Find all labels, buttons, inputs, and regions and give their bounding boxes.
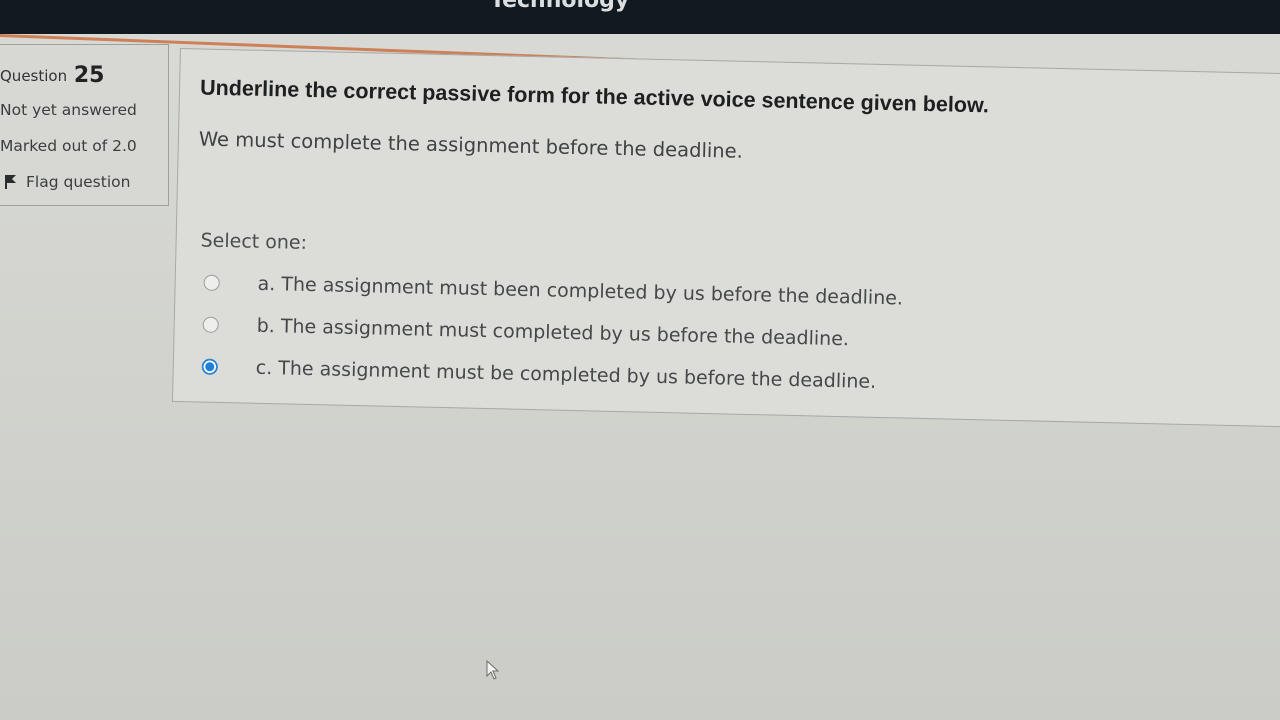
question-area: Question 25 Not yet answered Marked out … bbox=[0, 40, 1280, 720]
question-sentence: We must complete the assignment before t… bbox=[198, 127, 744, 163]
question-number: 25 bbox=[73, 63, 105, 88]
question-marks: Marked out of 2.0 bbox=[0, 137, 137, 155]
radio-option-b[interactable] bbox=[202, 316, 219, 333]
radio-option-c[interactable] bbox=[201, 358, 218, 375]
top-banner: Technology bbox=[0, 0, 1280, 34]
mouse-pointer-icon bbox=[486, 659, 500, 684]
answer-option-b[interactable]: b. The assignment must completed by us b… bbox=[202, 312, 849, 353]
answer-option-c[interactable]: c. The assignment must be completed by u… bbox=[201, 354, 876, 395]
question-info-panel: Question 25 Not yet answered Marked out … bbox=[0, 44, 169, 206]
flag-icon bbox=[4, 174, 18, 190]
question-label-text: Question bbox=[0, 67, 68, 85]
answer-option-c-label[interactable]: c. The assignment must be completed by u… bbox=[256, 357, 877, 393]
radio-option-a[interactable] bbox=[203, 274, 220, 291]
select-one-label: Select one: bbox=[200, 229, 308, 254]
flag-question-link[interactable]: Flag question bbox=[4, 173, 130, 191]
answer-option-b-label[interactable]: b. The assignment must completed by us b… bbox=[256, 315, 849, 350]
question-number-label: Question 25 bbox=[0, 63, 105, 88]
banner-title: Technology bbox=[490, 0, 630, 13]
question-status: Not yet answered bbox=[0, 101, 137, 119]
question-instruction: Underline the correct passive form for t… bbox=[199, 75, 990, 118]
answer-option-a[interactable]: a. The assignment must been completed by… bbox=[203, 270, 903, 312]
question-content-panel: Underline the correct passive form for t… bbox=[171, 48, 1280, 428]
answer-option-a-label[interactable]: a. The assignment must been completed by… bbox=[257, 273, 903, 310]
flag-question-label: Flag question bbox=[26, 173, 131, 191]
